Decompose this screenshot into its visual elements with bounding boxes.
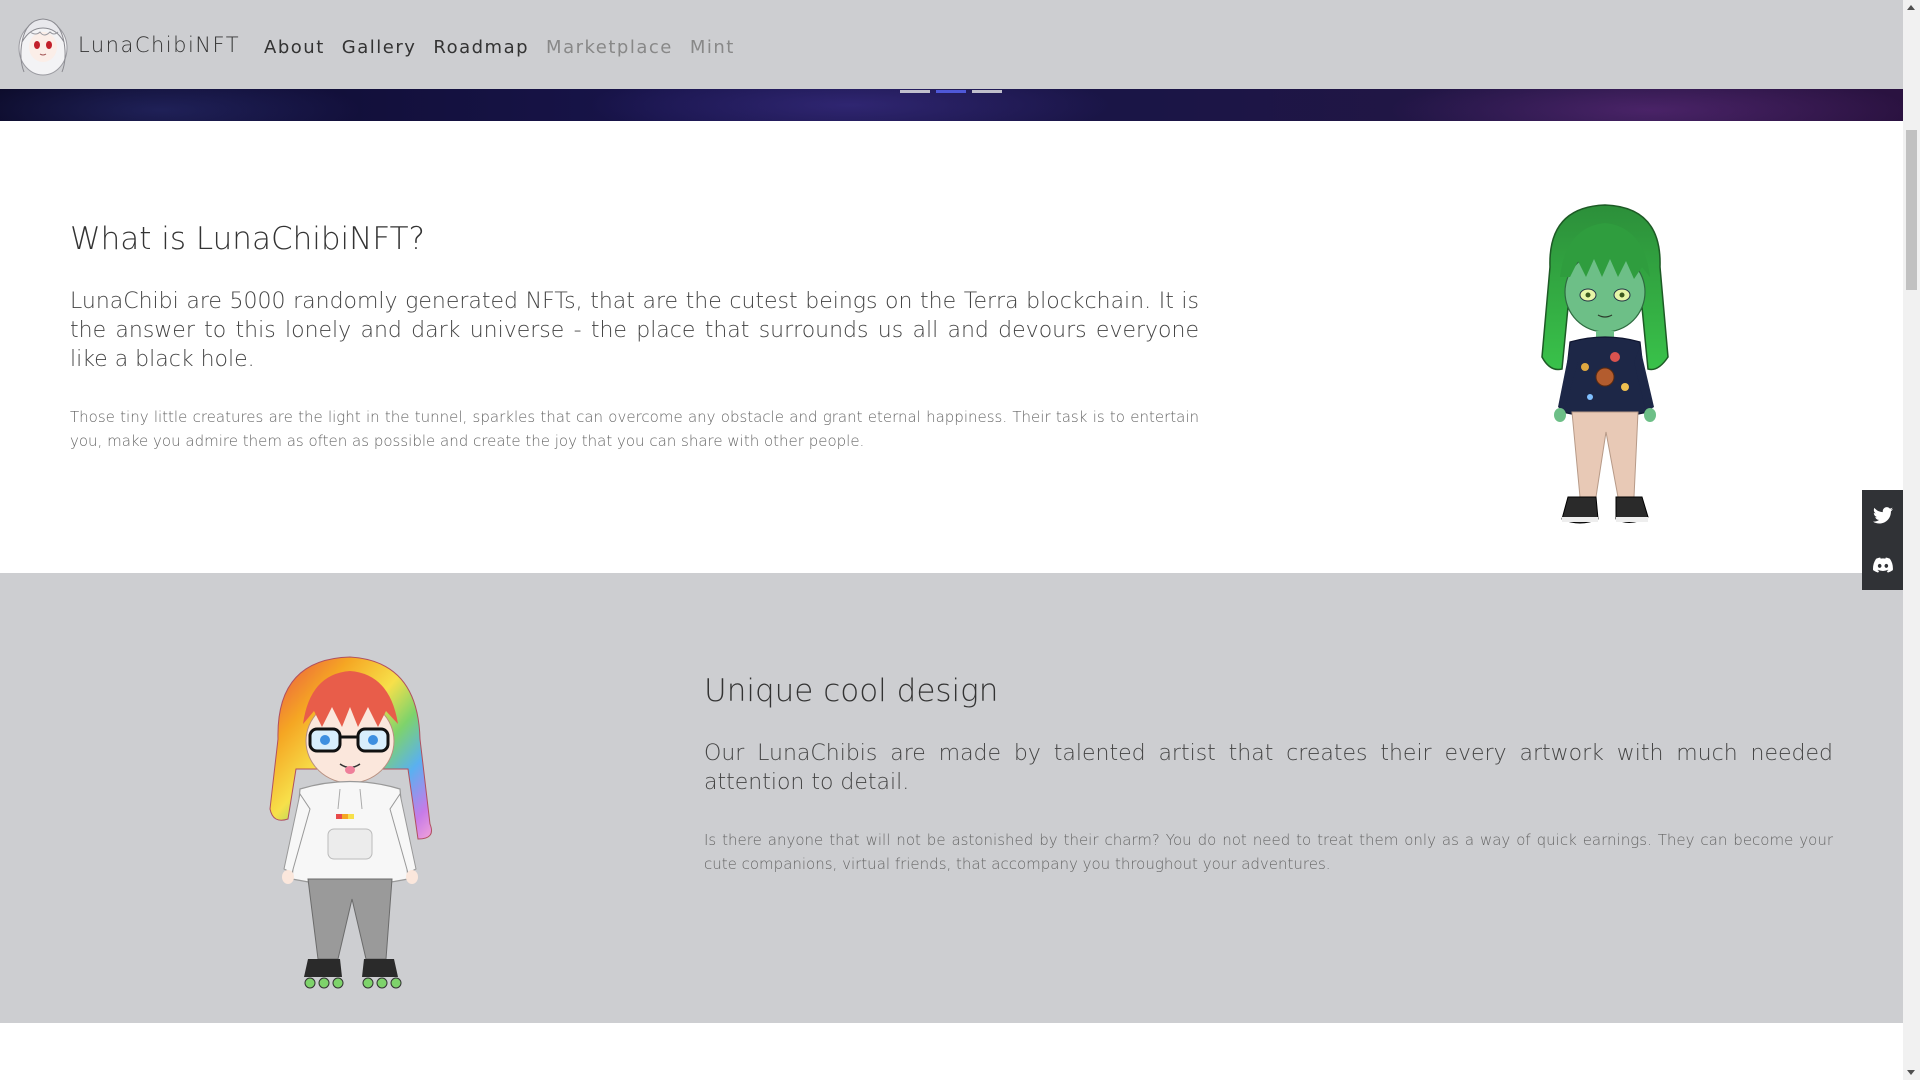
next-section: [0, 1023, 1903, 1080]
page-viewport: LunaChibiNFT About Gallery Roadmap Marke…: [0, 0, 1903, 1080]
green-chibi-image: [1541, 204, 1669, 524]
about-text-block: What is LunaChibiNFT? LunaChibi are 5000…: [70, 221, 1199, 453]
design-lead: Our LunaChibis are made by talented arti…: [704, 741, 1833, 795]
nav-link-mint[interactable]: Mint: [690, 37, 735, 58]
carousel-indicator-1[interactable]: [900, 90, 930, 93]
carousel-indicator-2[interactable]: [936, 90, 966, 93]
brand-link[interactable]: LunaChibiNFT: [16, 14, 240, 76]
design-title: Unique cool design: [704, 673, 999, 709]
scroll-down-arrow-icon[interactable]: [1907, 1070, 1915, 1075]
nav-links: About Gallery Roadmap Marketplace Mint: [264, 37, 752, 58]
page-scrollbar[interactable]: [1903, 0, 1920, 1080]
brand-logo-icon: [18, 17, 68, 75]
scroll-up-arrow-icon[interactable]: [1907, 5, 1915, 10]
nav-link-gallery[interactable]: Gallery: [342, 37, 417, 58]
discord-link[interactable]: [1862, 540, 1903, 590]
carousel-indicator-3[interactable]: [972, 90, 1002, 93]
about-section: What is LunaChibiNFT? LunaChibi are 5000…: [0, 121, 1903, 573]
scroll-thumb[interactable]: [1906, 130, 1917, 290]
twitter-link[interactable]: [1862, 490, 1903, 540]
twitter-icon: [1872, 506, 1893, 523]
about-title: What is LunaChibiNFT?: [70, 221, 426, 257]
brand-name: LunaChibiNFT: [78, 32, 241, 57]
top-navbar: LunaChibiNFT About Gallery Roadmap Marke…: [0, 0, 1903, 89]
nav-link-roadmap[interactable]: Roadmap: [433, 37, 529, 58]
about-body: Those tiny little creatures are the ligh…: [70, 408, 1199, 450]
discord-icon: [1872, 557, 1893, 573]
nav-link-about[interactable]: About: [264, 37, 325, 58]
design-text-block: Unique cool design Our LunaChibis are ma…: [704, 673, 1833, 876]
carousel-indicators: [900, 90, 1002, 93]
design-body: Is there anyone that will not be astonis…: [704, 831, 1833, 873]
nav-link-marketplace[interactable]: Marketplace: [546, 37, 673, 58]
rainbow-chibi-image: [269, 656, 432, 989]
design-section: Unique cool design Our LunaChibis are ma…: [0, 573, 1903, 1023]
about-lead: LunaChibi are 5000 randomly generated NF…: [70, 289, 1199, 372]
social-sidebar: [1862, 490, 1903, 590]
